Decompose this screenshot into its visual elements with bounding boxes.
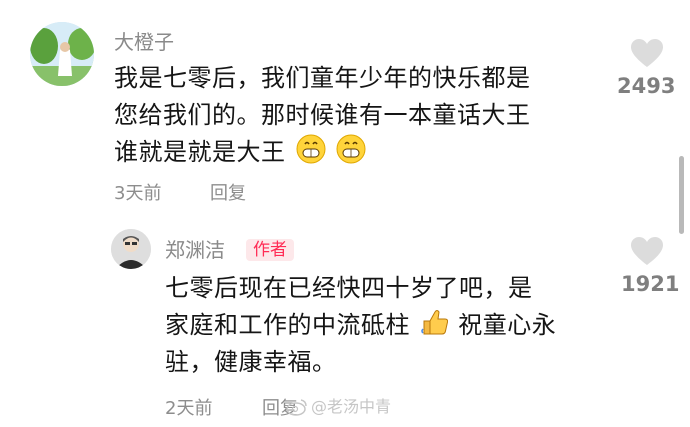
comment-timestamp: 2天前 (165, 398, 213, 419)
avatar[interactable] (111, 229, 151, 269)
grinning-emoji-icon (336, 134, 366, 164)
comment-line: 您给我们的。那时候谁有一本童话大王 (114, 101, 531, 129)
comment-line-with-emoji: 家庭和工作的中流砥柱 祝童心永 (165, 307, 625, 344)
comment-username[interactable]: 大橙子 (114, 30, 174, 54)
comment-line: 祝童心永 (458, 311, 557, 339)
thumbs-up-emoji-icon (421, 310, 449, 335)
reply-button[interactable]: 回复 (210, 183, 246, 205)
avatar[interactable] (30, 22, 94, 86)
watermark: @老汤中青 (286, 397, 391, 417)
author-badge: 作者 (246, 239, 294, 261)
scrollbar[interactable] (679, 156, 684, 234)
comment-line: 家庭和工作的中流砥柱 (165, 311, 410, 339)
comment-line: 七零后现在已经快四十岁了吧，是 (165, 274, 533, 302)
heart-icon[interactable] (630, 236, 664, 266)
like-count: 1921 (621, 272, 680, 296)
comment-body: 我是七零后，我们童年少年的快乐都是 您给我们的。那时候谁有一本童话大王 谁就是就… (114, 60, 614, 171)
grinning-emoji-icon (296, 134, 326, 164)
comment-line: 驻，健康幸福。 (165, 348, 337, 376)
weibo-icon (286, 399, 307, 416)
comment-line-with-emoji: 谁就是就是大王 (114, 134, 614, 171)
heart-icon[interactable] (630, 38, 664, 68)
comment-username[interactable]: 郑渊洁 (165, 238, 225, 262)
comment-line: 我是七零后，我们童年少年的快乐都是 (114, 64, 531, 92)
comment-timestamp: 3天前 (114, 183, 162, 204)
watermark-text: @老汤中青 (311, 397, 392, 416)
comment-body: 七零后现在已经快四十岁了吧，是 家庭和工作的中流砥柱 祝童心永 驻，健康幸福。 (165, 270, 625, 381)
like-count: 2493 (617, 74, 676, 98)
comment-line: 谁就是就是大王 (114, 138, 286, 166)
